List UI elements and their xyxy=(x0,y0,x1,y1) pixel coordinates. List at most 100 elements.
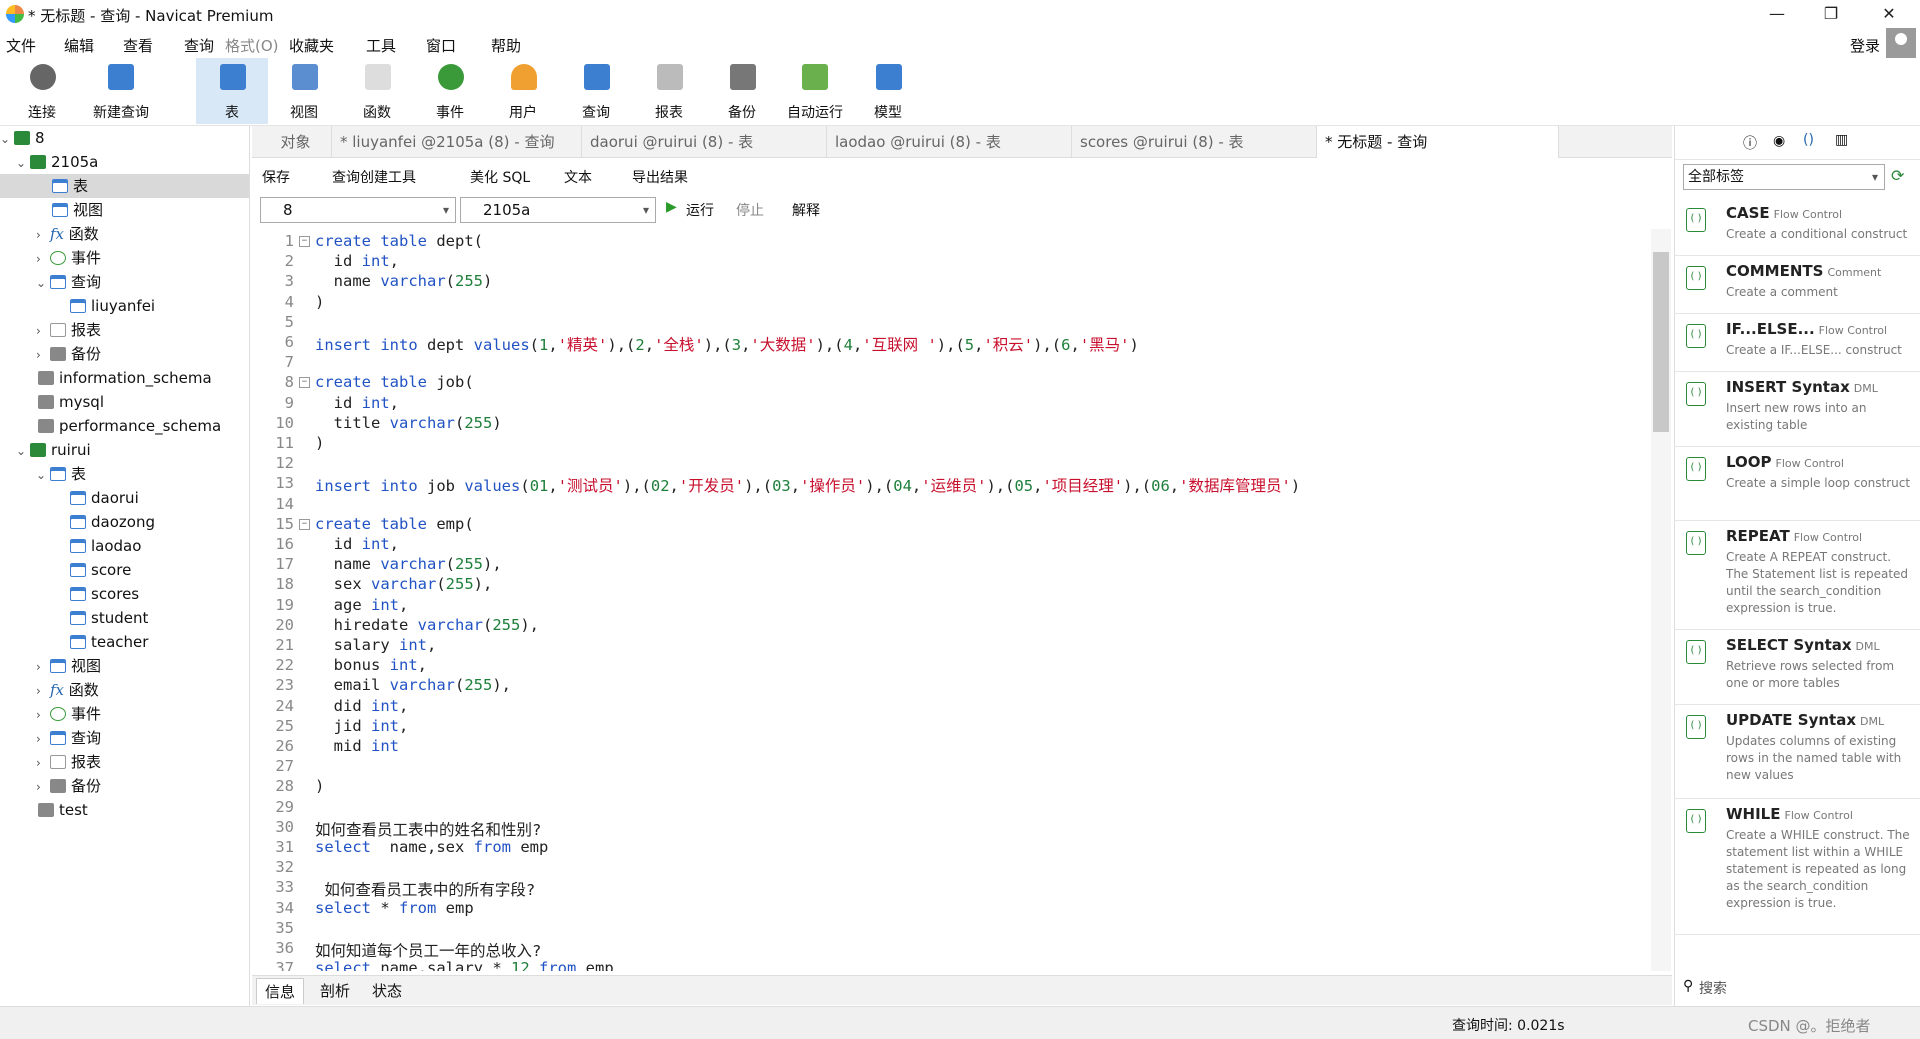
tree-table-item[interactable]: student xyxy=(70,606,148,630)
explain-button[interactable]: 解释 xyxy=(792,200,820,220)
tree-ruirui-events[interactable]: › 事件 xyxy=(36,702,101,726)
fold-toggle-icon[interactable]: − xyxy=(299,236,310,247)
view-button[interactable]: 视图 xyxy=(268,58,340,124)
menu-edit[interactable]: 编辑 xyxy=(64,35,94,56)
tab-laodao-table[interactable]: laodao @ruirui (8) - 表 xyxy=(827,126,1072,158)
snippet-icon[interactable]: () xyxy=(1803,132,1814,148)
tree-queries[interactable]: ⌄ 查询 xyxy=(36,270,101,294)
tree-ruirui-views[interactable]: › 视图 xyxy=(36,654,101,678)
tree-ruirui-functions[interactable]: › fx 函数 xyxy=(36,678,99,702)
tree-table-item[interactable]: scores xyxy=(70,582,139,606)
tab-profile[interactable]: 剖析 xyxy=(312,978,358,1004)
menu-file[interactable]: 文件 xyxy=(6,35,36,56)
connect-button[interactable]: 连接 xyxy=(6,58,78,124)
tree-db-2105a[interactable]: ⌄ 2105a xyxy=(16,150,98,174)
snippet-item[interactable]: ( ) SELECT Syntax DML Retrieve rows selecte… xyxy=(1674,630,1920,705)
snippet-item[interactable]: ( ) IF...ELSE... Flow Control Create a IF..… xyxy=(1674,314,1920,372)
tree-ruirui-reports[interactable]: › 报表 xyxy=(36,750,101,774)
scrollbar-thumb[interactable] xyxy=(1653,252,1669,432)
tree-db-mysql[interactable]: mysql xyxy=(24,390,104,414)
snippet-item[interactable]: ( ) COMMENTS Comment Create a comment xyxy=(1674,256,1920,314)
run-button[interactable]: 运行 xyxy=(686,200,714,220)
tab-objects[interactable]: 对象 xyxy=(252,126,332,158)
run-icon: ▶ xyxy=(666,199,677,215)
tree-table-item[interactable]: daozong xyxy=(70,510,155,534)
menu-query[interactable]: 查询 xyxy=(184,35,214,56)
close-button[interactable]: ✕ xyxy=(1862,0,1916,30)
tag-filter-select[interactable]: 全部标签 ▾ xyxy=(1683,164,1885,190)
export-result-button[interactable]: 导出结果 xyxy=(632,167,688,187)
report-icon xyxy=(657,64,683,90)
model-button[interactable]: 模型 xyxy=(852,58,924,124)
stop-button[interactable]: 停止 xyxy=(736,200,764,220)
backup-button[interactable]: 备份 xyxy=(706,58,778,124)
tab-status[interactable]: 状态 xyxy=(364,978,410,1004)
view-icon xyxy=(50,659,66,673)
tab-message[interactable]: 信息 xyxy=(256,978,305,1004)
menu-tools[interactable]: 工具 xyxy=(366,35,396,56)
snippet-icon: ( ) xyxy=(1686,266,1706,290)
menu-window[interactable]: 窗口 xyxy=(426,35,456,56)
tree-table-item[interactable]: score xyxy=(70,558,131,582)
snippet-item[interactable]: ( ) CASE Flow Control Create a conditional … xyxy=(1674,198,1920,256)
tree-ruirui-queries[interactable]: › 查询 xyxy=(36,726,101,750)
snippet-item[interactable]: ( ) INSERT Syntax DML Insert new rows into … xyxy=(1674,372,1920,447)
code-line: ) xyxy=(315,434,325,452)
snippet-search-input[interactable]: 搜索 xyxy=(1699,978,1727,998)
tree-table-item[interactable]: teacher xyxy=(70,630,148,654)
tab-untitled-query[interactable]: * 无标题 - 查询 xyxy=(1317,126,1559,158)
fold-toggle-icon[interactable]: − xyxy=(299,377,310,389)
menu-view[interactable]: 查看 xyxy=(123,35,153,56)
layout-icon[interactable]: ▥ xyxy=(1835,132,1848,148)
menu-favorites[interactable]: 收藏夹 xyxy=(289,35,334,56)
tree-query-liuyanfei[interactable]: liuyanfei xyxy=(70,294,155,318)
beautify-sql-button[interactable]: 美化 SQL xyxy=(470,167,530,187)
event-button[interactable]: 事件 xyxy=(414,58,486,124)
snippet-item[interactable]: ( ) REPEAT Flow Control Create A REPEAT con… xyxy=(1674,521,1920,630)
sql-editor[interactable]: 1− create table dept(2 id int, 3 name varc… xyxy=(252,229,1652,971)
tree-tables[interactable]: 表 xyxy=(0,174,249,198)
snippet-item[interactable]: ( ) UPDATE Syntax DML Updates columns of ex… xyxy=(1674,705,1920,799)
tree-table-item[interactable]: daorui xyxy=(70,486,139,510)
info-icon[interactable]: ⓘ xyxy=(1743,133,1757,153)
tree-db-ruirui[interactable]: ⌄ ruirui xyxy=(16,438,91,462)
menu-format[interactable]: 格式(O) xyxy=(225,35,279,56)
snippet-item[interactable]: ( ) LOOP Flow Control Create a simple loop … xyxy=(1674,447,1920,521)
tree-reports[interactable]: › 报表 xyxy=(36,318,101,342)
database-select[interactable]: 2105a ▾ xyxy=(460,197,656,223)
tab-liuyanfei-query[interactable]: * liuyanfei @2105a (8) - 查询 xyxy=(332,126,582,158)
table-button[interactable]: 表 xyxy=(196,58,268,124)
preview-icon[interactable]: ◉ xyxy=(1773,133,1785,149)
text-button[interactable]: 文本 xyxy=(564,167,592,187)
tree-functions[interactable]: › fx 函数 xyxy=(36,222,99,246)
query-builder-button[interactable]: 查询创建工具 xyxy=(332,167,416,187)
connection-select[interactable]: 8 ▾ xyxy=(260,197,456,223)
refresh-icon[interactable]: ⟳ xyxy=(1891,166,1904,185)
tree-events[interactable]: › 事件 xyxy=(36,246,101,270)
tree-backups[interactable]: › 备份 xyxy=(36,342,101,366)
new-query-button[interactable]: 新建查询 xyxy=(84,58,158,124)
tree-ruirui-tables[interactable]: ⌄ 表 xyxy=(36,462,86,486)
tree-db-information-schema[interactable]: information_schema xyxy=(24,366,212,390)
tree-db-performance-schema[interactable]: performance_schema xyxy=(24,414,221,438)
menu-help[interactable]: 帮助 xyxy=(491,35,521,56)
tree-connection[interactable]: ⌄ 8 xyxy=(0,126,45,150)
tree-table-item[interactable]: laodao xyxy=(70,534,141,558)
auto-run-button[interactable]: 自动运行 xyxy=(778,58,852,124)
minimize-button[interactable]: — xyxy=(1750,0,1804,30)
tab-scores-table[interactable]: scores @ruirui (8) - 表 xyxy=(1072,126,1317,158)
tree-ruirui-backups[interactable]: › 备份 xyxy=(36,774,101,798)
login-link[interactable]: 登录 xyxy=(1850,35,1880,56)
user-button[interactable]: 用户 xyxy=(487,58,559,124)
snippet-item[interactable]: ( ) WHILE Flow Control Create a WHILE const… xyxy=(1674,799,1920,935)
fold-toggle-icon[interactable]: − xyxy=(299,518,310,530)
report-button[interactable]: 报表 xyxy=(633,58,705,124)
avatar[interactable] xyxy=(1886,28,1916,58)
tab-daorui-table[interactable]: daorui @ruirui (8) - 表 xyxy=(582,126,827,158)
function-button[interactable]: 函数 xyxy=(341,58,413,124)
tree-views[interactable]: 视图 xyxy=(52,198,103,222)
tree-db-test[interactable]: test xyxy=(24,798,88,822)
query-button[interactable]: 查询 xyxy=(560,58,632,124)
save-button[interactable]: 保存 xyxy=(262,167,290,187)
maximize-button[interactable]: ❐ xyxy=(1804,0,1858,30)
